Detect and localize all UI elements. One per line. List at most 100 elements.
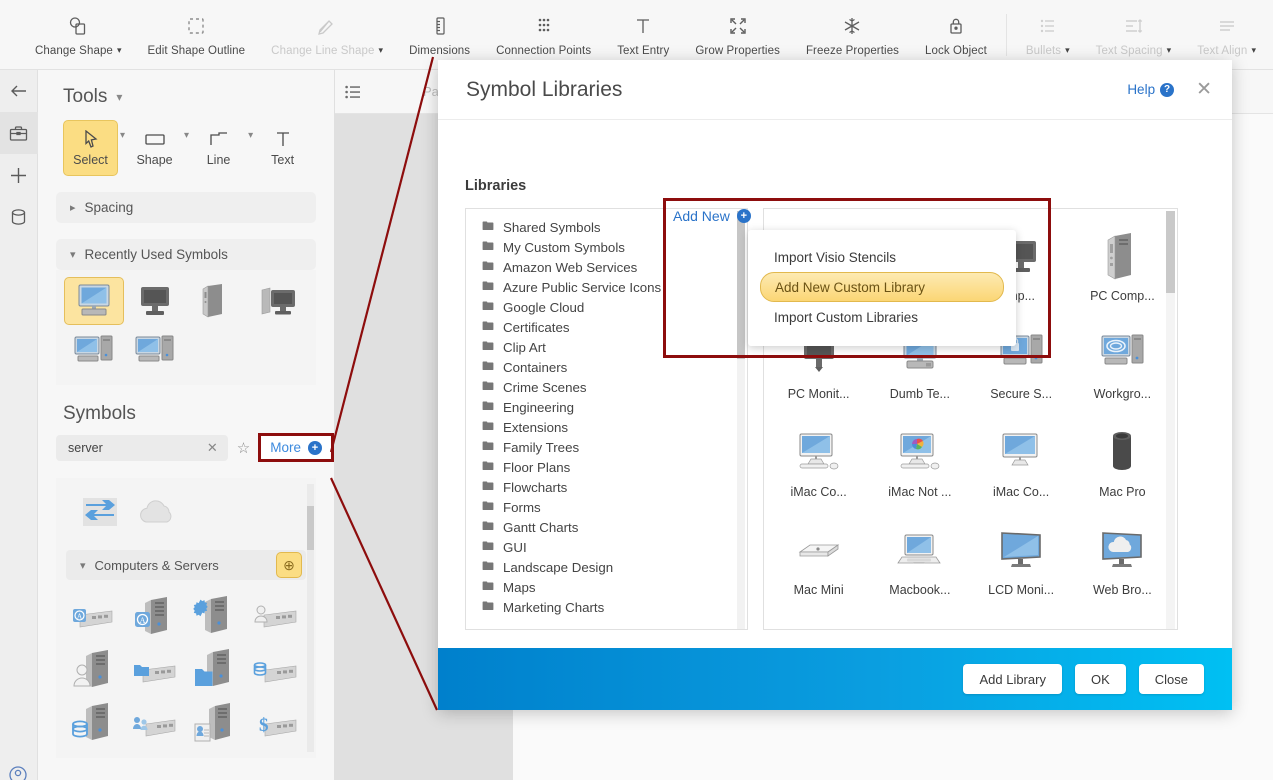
star-icon[interactable]: ☆	[237, 439, 250, 457]
chevron-down-icon: ▾	[70, 248, 76, 261]
category-symbol[interactable]: $	[248, 698, 307, 750]
symbol-cell[interactable]: Mac Pro	[1072, 415, 1173, 513]
library-item[interactable]: 🖿Extensions	[466, 417, 747, 437]
symbol-preview-scrollbar-thumb[interactable]	[1166, 211, 1175, 293]
category-symbol[interactable]	[127, 644, 186, 696]
result-symbol[interactable]	[132, 488, 184, 536]
add-new-button[interactable]: Add New +	[673, 208, 751, 224]
symbol-cell[interactable]: Web Bro...	[1072, 513, 1173, 611]
symbols-scrollbar-thumb[interactable]	[307, 506, 314, 550]
tool-select-caret-icon[interactable]: ▾	[120, 130, 125, 141]
help-link[interactable]: Help ?	[1127, 82, 1174, 97]
back-arrow-icon[interactable]	[0, 70, 38, 112]
plus-circle-icon[interactable]: ⊕	[276, 552, 302, 578]
category-computers-servers[interactable]: ▾ Computers & Servers ⊕	[66, 550, 306, 580]
symbol-cell-label: iMac Co...	[993, 485, 1049, 499]
add-library-button[interactable]: Add Library	[963, 664, 1061, 694]
symbol-cell-label: Web Bro...	[1093, 583, 1152, 597]
result-symbol[interactable]	[74, 488, 126, 536]
library-item-label: Certificates	[503, 320, 570, 335]
category-symbol[interactable]	[187, 644, 246, 696]
category-symbol[interactable]	[248, 644, 307, 696]
library-item[interactable]: 🖿Gantt Charts	[466, 517, 747, 537]
symbol-cell[interactable]: Macbook...	[869, 513, 970, 611]
tool-select[interactable]: Select	[63, 120, 118, 176]
recent-symbol[interactable]	[249, 277, 309, 325]
section-spacing[interactable]: ▸ Spacing	[56, 192, 316, 223]
category-symbol[interactable]	[248, 590, 307, 642]
library-item[interactable]: 🖿Floor Plans	[466, 457, 747, 477]
toolbar-change-shape[interactable]: Change Shape▾	[22, 0, 134, 70]
category-symbol[interactable]	[127, 698, 186, 750]
library-item[interactable]: 🖿Containers	[466, 357, 747, 377]
symbol-cell-label: Mac Mini	[794, 583, 844, 597]
close-icon[interactable]: ✕	[205, 440, 220, 456]
tools-title-text: Tools	[63, 86, 107, 108]
library-item-label: Crime Scenes	[503, 380, 587, 395]
recent-symbol[interactable]	[64, 277, 124, 325]
tool-text[interactable]: Text	[255, 120, 310, 176]
tool-line[interactable]: Line	[191, 120, 246, 176]
toolbox-icon[interactable]	[0, 112, 38, 154]
mac-pro-cylinder-icon	[1105, 425, 1139, 481]
symbol-cell[interactable]: Mac Mini	[768, 513, 869, 611]
recent-symbol[interactable]	[64, 327, 124, 375]
category-symbol[interactable]	[187, 698, 246, 750]
symbol-cell[interactable]: Workgro...	[1072, 317, 1173, 415]
library-item[interactable]: 🖿GUI	[466, 537, 747, 557]
folder-icon: 🖿	[482, 597, 494, 618]
tools-panel-title[interactable]: Tools ▾	[38, 70, 334, 118]
toolbar-label: Dimensions	[409, 45, 470, 57]
close-icon[interactable]: ✕	[1196, 78, 1212, 101]
folder-icon: 🖿	[482, 377, 494, 398]
toolbar-change-line-shape[interactable]: Change Line Shape▾	[258, 0, 396, 70]
tool-shape[interactable]: Shape	[127, 120, 182, 176]
plus-icon[interactable]	[0, 154, 38, 196]
category-symbol[interactable]: A	[127, 590, 186, 642]
library-item[interactable]: 🖿Maps	[466, 577, 747, 597]
symbol-cell[interactable]: LCD Moni...	[971, 513, 1072, 611]
database-icon[interactable]	[0, 196, 38, 238]
recent-symbol[interactable]	[187, 277, 247, 325]
library-item[interactable]: 🖿Marketing Charts	[466, 597, 747, 617]
more-button[interactable]: More +	[258, 433, 334, 462]
library-item[interactable]: 🖿Flowcharts	[466, 477, 747, 497]
symbol-cell-label: Workgro...	[1094, 387, 1151, 401]
close-button[interactable]: Close	[1139, 664, 1204, 694]
change-shape-icon	[67, 14, 89, 38]
symbol-cell[interactable]: iMac Not ...	[869, 415, 970, 513]
library-item[interactable]: 🖿Forms	[466, 497, 747, 517]
ruler-icon	[429, 14, 451, 38]
imac-colorwheel-icon	[892, 425, 948, 481]
ok-button[interactable]: OK	[1075, 664, 1126, 694]
search-input[interactable]: server ✕	[56, 435, 228, 461]
library-item[interactable]: 🖿Landscape Design	[466, 557, 747, 577]
recent-symbol[interactable]	[126, 277, 186, 325]
symbol-cell[interactable]: PC Comp...	[1072, 219, 1173, 317]
tool-shape-caret-icon[interactable]: ▾	[184, 130, 189, 141]
category-symbol[interactable]	[66, 644, 125, 696]
menu-item-import-custom-libraries[interactable]: Import Custom Libraries	[748, 302, 1016, 332]
folder-icon: 🖿	[482, 417, 494, 438]
category-symbol[interactable]	[187, 590, 246, 642]
menu-item-import-visio-stencils[interactable]: Import Visio Stencils	[748, 242, 1016, 272]
category-symbol[interactable]	[66, 698, 125, 750]
symbol-cell[interactable]: iMac Co...	[971, 415, 1072, 513]
recent-symbol[interactable]	[126, 327, 186, 375]
section-recent-label: Recently Used Symbols	[85, 247, 228, 262]
library-item[interactable]: 🖿 Crime Scenes	[466, 377, 747, 397]
toolbar-edit-shape-outline[interactable]: Edit Shape Outline	[134, 0, 258, 70]
folder-icon: 🖿	[482, 297, 494, 318]
list-icon[interactable]	[335, 70, 371, 114]
library-item[interactable]: 🖿Engineering	[466, 397, 747, 417]
category-symbol[interactable]: A	[66, 590, 125, 642]
section-recently-used-symbols[interactable]: ▾ Recently Used Symbols	[56, 239, 316, 270]
account-icon[interactable]	[8, 765, 28, 780]
edit-shape-outline-icon	[185, 14, 207, 38]
symbol-cell-label: Dumb Te...	[890, 387, 950, 401]
library-item[interactable]: 🖿Family Trees	[466, 437, 747, 457]
tool-line-caret-icon[interactable]: ▾	[248, 130, 253, 141]
menu-item-add-new-custom-library[interactable]: Add New Custom Library	[760, 272, 1004, 302]
symbol-cell[interactable]: iMac Co...	[768, 415, 869, 513]
folder-icon: 🖿	[482, 277, 494, 298]
